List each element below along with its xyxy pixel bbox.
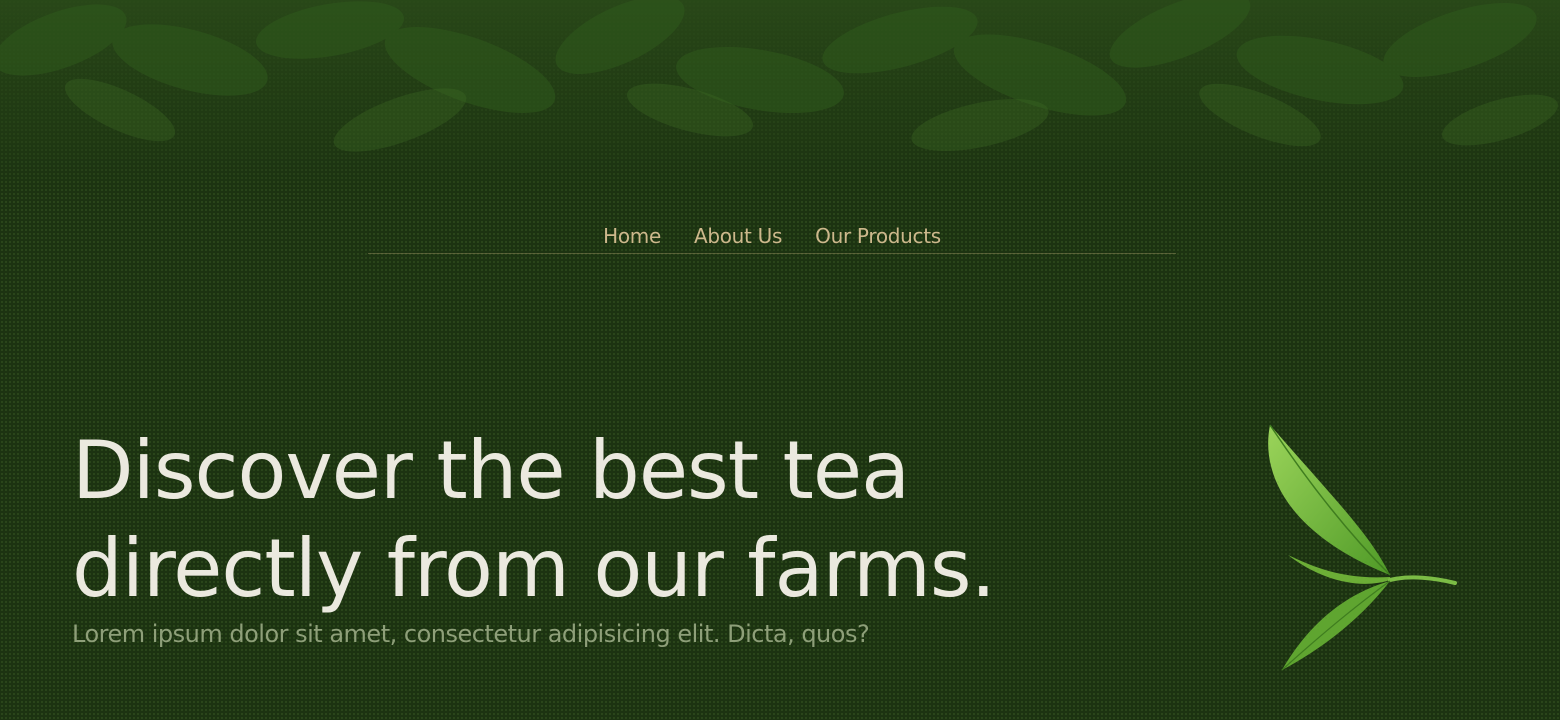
tea-foliage-banner [0,0,1560,200]
tea-leaf-icon [1268,424,1457,671]
nav-item-home[interactable]: Home [603,220,661,252]
hero-title: Discover the best tea directly from our … [72,422,1072,618]
nav-item-about-us[interactable]: About Us [694,220,782,252]
nav-item-our-products[interactable]: Our Products [815,220,941,252]
hero-title-line-2: directly from our farms. [72,522,996,615]
main-nav: Home About Us Our Products [368,220,1176,254]
hero-title-line-1: Discover the best tea [72,424,910,517]
hero-subtitle: Lorem ipsum dolor sit amet, consectetur … [72,620,870,648]
